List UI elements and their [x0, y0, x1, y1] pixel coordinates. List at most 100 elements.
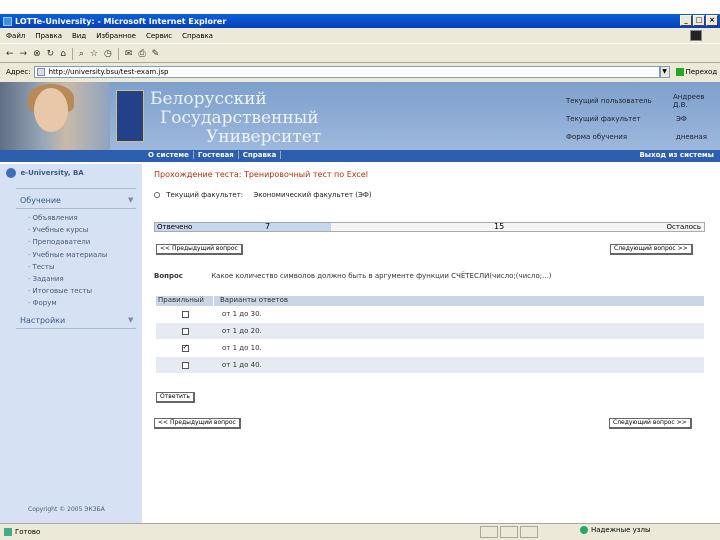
answered-label: Отвечено [157, 223, 193, 231]
menu-help[interactable]: Справка [182, 32, 213, 40]
answers-table: Правильный Варианты ответов от 1 до 30. … [156, 296, 704, 374]
top-strip [0, 0, 720, 14]
browser-window: LOTTe-University: - Microsoft Internet E… [0, 0, 720, 540]
status-cell [480, 526, 498, 538]
answer-checkbox[interactable] [181, 343, 189, 352]
info-key: Форма обучения [566, 133, 628, 141]
nav-help[interactable]: Справка [239, 151, 282, 159]
next-question-button[interactable]: Следующий вопрос >> [610, 244, 693, 255]
toolbar-separator [117, 47, 119, 60]
toolbar: ← → ⊗ ↻ ⌂ ⌕ ☆ ◷ ✉ ⎙ ✎ [0, 45, 720, 63]
info-value: Андреев Д.В. [672, 93, 705, 109]
mail-icon[interactable]: ✉ [125, 49, 133, 59]
window-title: LOTTe-University: - Microsoft Internet E… [15, 16, 227, 26]
menu-file[interactable]: Файл [6, 32, 25, 40]
info-row: Текущий пользователь Андреев Д.В. [566, 92, 720, 110]
sidebar-item[interactable]: · Учебные материалы [28, 251, 107, 263]
status-bar: Готово Надежные узлы [0, 523, 720, 540]
address-url: http://university.bsu/test-exam.jsp [48, 68, 169, 76]
sidebar-item[interactable]: · Учебные курсы [28, 226, 107, 238]
info-key: Текущий пользователь [566, 97, 652, 105]
globe-icon [6, 168, 16, 178]
chevron-down-icon: ▼ [128, 316, 134, 324]
print-icon[interactable]: ⎙ [138, 49, 145, 59]
sidebar-item[interactable]: · Итоговые тесты [28, 287, 107, 299]
nav-bar: О системе Гостевая Справка Выход из сист… [0, 150, 720, 162]
forward-icon[interactable]: → [20, 49, 28, 59]
divider [16, 328, 136, 329]
university-name: Белорусский Государственный Университет [150, 90, 321, 147]
answer-text: от 1 до 40. [222, 361, 262, 369]
main-content: Прохождение теста: Тренировочный тест по… [148, 164, 708, 523]
divider [16, 188, 136, 189]
sidebar-item[interactable]: · Преподаватели [28, 238, 107, 250]
sidebar-item[interactable]: · Объявления [28, 214, 107, 226]
faculty-line: Текущий факультет: Экономический факульт… [154, 191, 372, 199]
answer-button[interactable]: Ответить [156, 392, 195, 403]
answered-count: 7 [265, 222, 271, 231]
info-row: Текущий факультет ЭФ [566, 110, 720, 128]
logout-link[interactable]: Выход из системы [639, 151, 714, 159]
menu-edit[interactable]: Правка [35, 32, 62, 40]
radio-icon [154, 192, 160, 198]
stop-icon[interactable]: ⊗ [33, 49, 41, 59]
photo-face [34, 88, 68, 132]
menu-view[interactable]: Вид [72, 32, 86, 40]
university-crest-icon [116, 90, 144, 142]
ie-icon [3, 16, 12, 26]
answer-text: от 1 до 20. [222, 327, 262, 335]
nav-about[interactable]: О системе [144, 151, 194, 159]
home-icon[interactable]: ⌂ [60, 49, 66, 59]
go-label: Переход [685, 68, 718, 76]
address-dropdown-icon[interactable]: ▼ [659, 66, 670, 78]
sidebar-section-learning[interactable]: Обучение ▼ [20, 196, 133, 205]
progress-bar: Отвечено 7 15 Осталось [154, 222, 705, 232]
question-label: Вопрос [154, 272, 183, 280]
sidebar-section-settings[interactable]: Настройки ▼ [20, 316, 133, 325]
site-header: Белорусский Государственный Университет … [0, 82, 720, 150]
go-arrow-icon [675, 68, 684, 76]
next-question-button-bottom[interactable]: Следующий вопрос >> [609, 418, 692, 429]
info-value: дневная [676, 133, 707, 141]
zone-label: Надежные узлы [591, 526, 651, 534]
back-icon[interactable]: ← [6, 49, 14, 59]
refresh-icon[interactable]: ↻ [47, 49, 55, 59]
toolbar-separator [71, 47, 73, 60]
answer-text: от 1 до 10. [222, 344, 262, 352]
sidebar-item[interactable]: · Форум [28, 299, 107, 311]
menu-bar: Файл Правка Вид Избранное Сервис Справка [0, 28, 720, 44]
go-button[interactable]: Переход [675, 68, 718, 76]
favorites-icon[interactable]: ☆ [90, 49, 98, 59]
status-text: Готово [15, 528, 41, 536]
sidebar-item[interactable]: · Тесты [28, 263, 107, 275]
answer-checkbox[interactable] [181, 361, 189, 369]
answers-header: Правильный Варианты ответов [156, 296, 704, 306]
column-header-options: Варианты ответов [220, 296, 289, 304]
nav-guestbook[interactable]: Гостевая [194, 151, 239, 159]
history-icon[interactable]: ◷ [104, 49, 112, 59]
zone-icon [580, 526, 588, 534]
page-title: Прохождение теста: Тренировочный тест по… [154, 170, 368, 179]
user-info: Текущий пользователь Андреев Д.В. Текущи… [566, 92, 720, 146]
answer-checkbox[interactable] [181, 327, 189, 335]
prev-question-button[interactable]: << Предыдущий вопрос [156, 244, 243, 255]
divider [16, 208, 136, 209]
security-zone: Надежные узлы [580, 526, 651, 534]
menu-favorites[interactable]: Избранное [96, 32, 136, 40]
answer-checkbox[interactable] [181, 310, 189, 318]
status-cells [480, 526, 538, 538]
address-input[interactable]: http://university.bsu/test-exam.jsp [33, 66, 660, 78]
answer-row: от 1 до 30. [156, 306, 704, 323]
sidebar-brand[interactable]: e-University, ВА [6, 168, 84, 178]
edit-icon[interactable]: ✎ [152, 49, 160, 59]
maximize-button[interactable]: □ [693, 15, 705, 26]
remaining-count: 15 [494, 222, 505, 231]
minimize-button[interactable]: _ [680, 15, 692, 26]
close-button[interactable]: × [706, 15, 718, 26]
prev-question-button-bottom[interactable]: << Предыдущий вопрос [154, 418, 241, 429]
sidebar-item[interactable]: · Задания [28, 275, 107, 287]
search-icon[interactable]: ⌕ [79, 49, 84, 59]
menu-tools[interactable]: Сервис [146, 32, 172, 40]
answer-row: от 1 до 20. [156, 323, 704, 340]
info-value: ЭФ [676, 115, 687, 123]
